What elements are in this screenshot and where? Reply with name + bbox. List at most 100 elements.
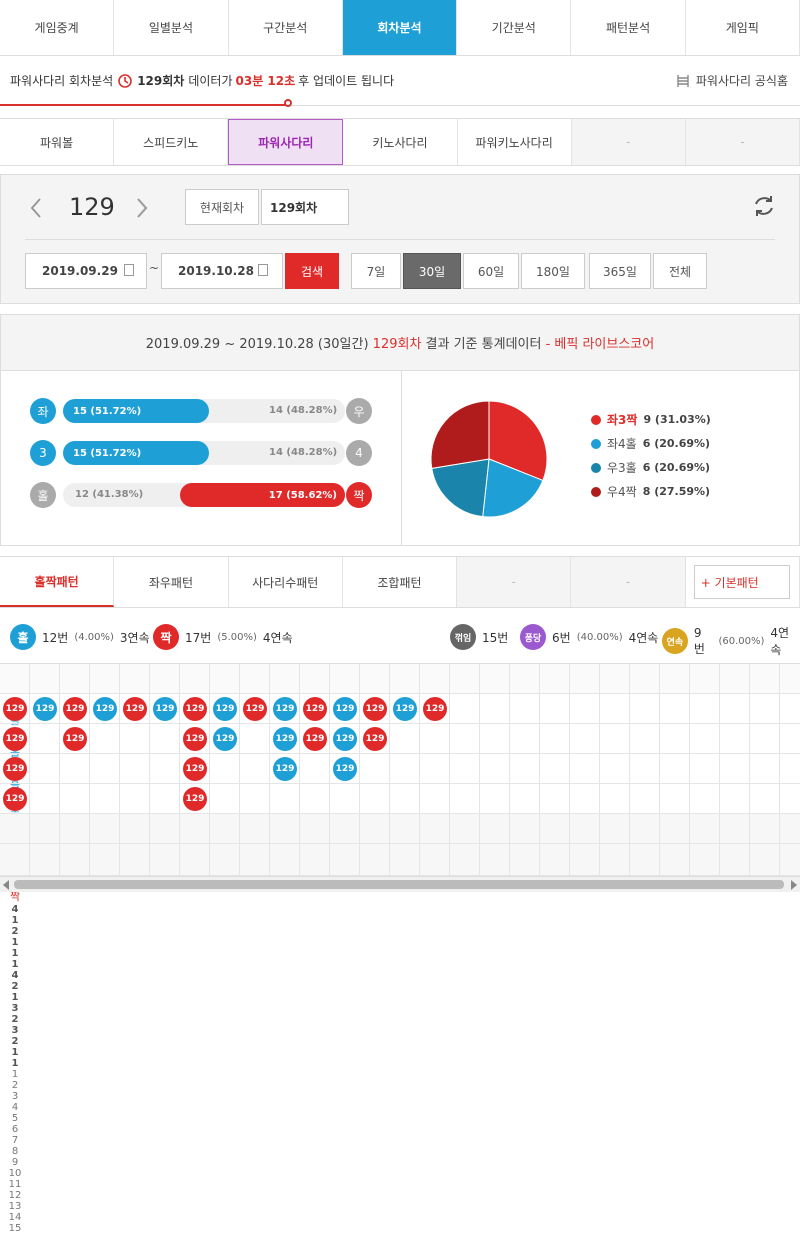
notice-time: 03분 12초 <box>235 74 296 88</box>
tab-range[interactable]: 구간분석 <box>228 0 343 55</box>
pattern-index: 8 <box>11 1146 19 1157</box>
tab-round[interactable]: 회차분석 <box>342 0 458 55</box>
grid-cell <box>480 844 510 876</box>
grid-cell <box>570 844 600 876</box>
grid-cell <box>450 784 480 814</box>
timer-progress-marker <box>284 99 292 107</box>
grid-cell <box>210 844 240 876</box>
pattern-count: 1 <box>11 915 19 926</box>
grid-cell <box>660 694 690 724</box>
cont-summary: 연속 9번 (60.00%) 4연속 <box>662 624 800 658</box>
grid-cell <box>660 754 690 784</box>
period-7-button[interactable]: 7일 <box>351 253 401 289</box>
legend-dot <box>591 462 601 473</box>
game-tab-kenoladder[interactable]: 키노사다리 <box>343 119 458 165</box>
pattern-tab-leftright[interactable]: 좌우패턴 <box>114 557 229 607</box>
next-round-icon[interactable] <box>135 197 149 219</box>
pattern-tab-ladder[interactable]: 사다리수패턴 <box>228 557 343 607</box>
bar-rest-label: 12 (41.38%) <box>75 489 144 500</box>
grid-cell <box>570 724 600 754</box>
bar-rest-label: 14 (48.28%) <box>269 405 338 416</box>
date-from-input[interactable]: 2019.09.29 <box>25 253 147 289</box>
stats-round: 129회차 <box>372 337 422 352</box>
timer-progress-line <box>0 104 288 106</box>
grid-cell <box>690 754 720 784</box>
grid-cell <box>720 844 750 876</box>
pattern-count: 1 <box>11 992 19 1003</box>
search-button[interactable]: 검색 <box>285 253 339 289</box>
tab-live[interactable]: 게임중계 <box>0 0 115 55</box>
scroll-right-icon[interactable] <box>791 880 797 890</box>
grid-cell <box>720 724 750 754</box>
grid-cell <box>300 814 330 844</box>
grid-cell <box>390 784 420 814</box>
game-tab-powerkenoladder[interactable]: 파워키노사다리 <box>457 119 572 165</box>
refresh-icon[interactable] <box>751 193 777 219</box>
period-180-button[interactable]: 180일 <box>521 253 585 289</box>
bar-fill: 15 (51.72%) <box>63 441 209 465</box>
grid-cell <box>690 784 720 814</box>
game-tab-powerball[interactable]: 파워볼 <box>0 119 115 165</box>
period-all-button[interactable]: 전체 <box>653 253 707 289</box>
grid-cell <box>780 664 800 694</box>
scroll-left-icon[interactable] <box>3 880 9 890</box>
grid-cell <box>450 844 480 876</box>
date-to-input[interactable]: 2019.10.28 <box>161 253 283 289</box>
pattern-ball: 129 <box>333 697 357 721</box>
pattern-tab-oddeven[interactable]: 홀짝패턴 <box>0 557 115 607</box>
pong-count: 6번 <box>552 630 571 645</box>
tab-period[interactable]: 기간분석 <box>457 0 572 55</box>
period-60-button[interactable]: 60일 <box>463 253 519 289</box>
scrollbar-thumb[interactable] <box>14 880 784 889</box>
basic-pattern-button[interactable]: + 기본패턴 <box>693 565 790 599</box>
pie-slice <box>431 458 490 518</box>
game-tab-powerladder[interactable]: 파워사다리 <box>228 119 344 165</box>
grid-cell <box>240 814 270 844</box>
grid-cell <box>240 754 270 784</box>
grid-cell <box>450 754 480 784</box>
period-30-button[interactable]: 30일 <box>403 253 461 289</box>
cont-streak: 4연속 <box>770 626 790 657</box>
pattern-count: 1 <box>11 1047 19 1058</box>
tab-daily[interactable]: 일별분석 <box>114 0 229 55</box>
current-round-button[interactable]: 현재회차 <box>185 189 259 225</box>
pattern-index: 9 <box>11 1157 19 1168</box>
grid-cell <box>600 844 630 876</box>
bar-fill: 17 (58.62%) <box>180 483 345 507</box>
grid-cell <box>360 844 390 876</box>
period-365-button[interactable]: 365일 <box>589 253 651 289</box>
grid-cell <box>240 844 270 876</box>
even-summary: 짝 17번 (5.00%) 4연속 <box>153 624 293 650</box>
grid-cell <box>210 784 240 814</box>
round-input[interactable]: 129회차 <box>261 189 349 225</box>
pattern-count: 2 <box>11 926 19 937</box>
grid-cell <box>180 844 210 876</box>
pattern-tab-combo[interactable]: 조합패턴 <box>342 557 458 607</box>
grid-cell <box>750 754 780 784</box>
tab-pick[interactable]: 게임픽 <box>685 0 800 55</box>
prev-round-icon[interactable] <box>29 197 43 219</box>
current-round-number: 129 <box>69 193 115 221</box>
grid-cell <box>390 814 420 844</box>
pattern-ball: 129 <box>333 727 357 751</box>
legend-name: 좌4홀 <box>607 437 637 451</box>
game-tab-speedkeno[interactable]: 스피드키노 <box>114 119 229 165</box>
game-tab-empty: - <box>685 119 800 165</box>
grid-cell <box>780 784 800 814</box>
pattern-ball: 129 <box>183 727 207 751</box>
grid-cell <box>450 694 480 724</box>
horizontal-scrollbar[interactable] <box>0 876 800 892</box>
grid-cell <box>360 754 390 784</box>
grid-cell <box>330 844 360 876</box>
grid-cell <box>570 694 600 724</box>
odd-streak: 3연속 <box>119 630 150 645</box>
grid-cell <box>210 754 240 784</box>
tab-pattern[interactable]: 패턴분석 <box>571 0 686 55</box>
grid-cell <box>420 814 450 844</box>
grid-cell <box>90 664 120 694</box>
official-home-link[interactable]: 파워사다리 공식홈 <box>675 72 788 89</box>
grid-cell <box>630 784 660 814</box>
grid-cell <box>300 784 330 814</box>
grid-cell <box>120 844 150 876</box>
grid-cell <box>480 664 510 694</box>
